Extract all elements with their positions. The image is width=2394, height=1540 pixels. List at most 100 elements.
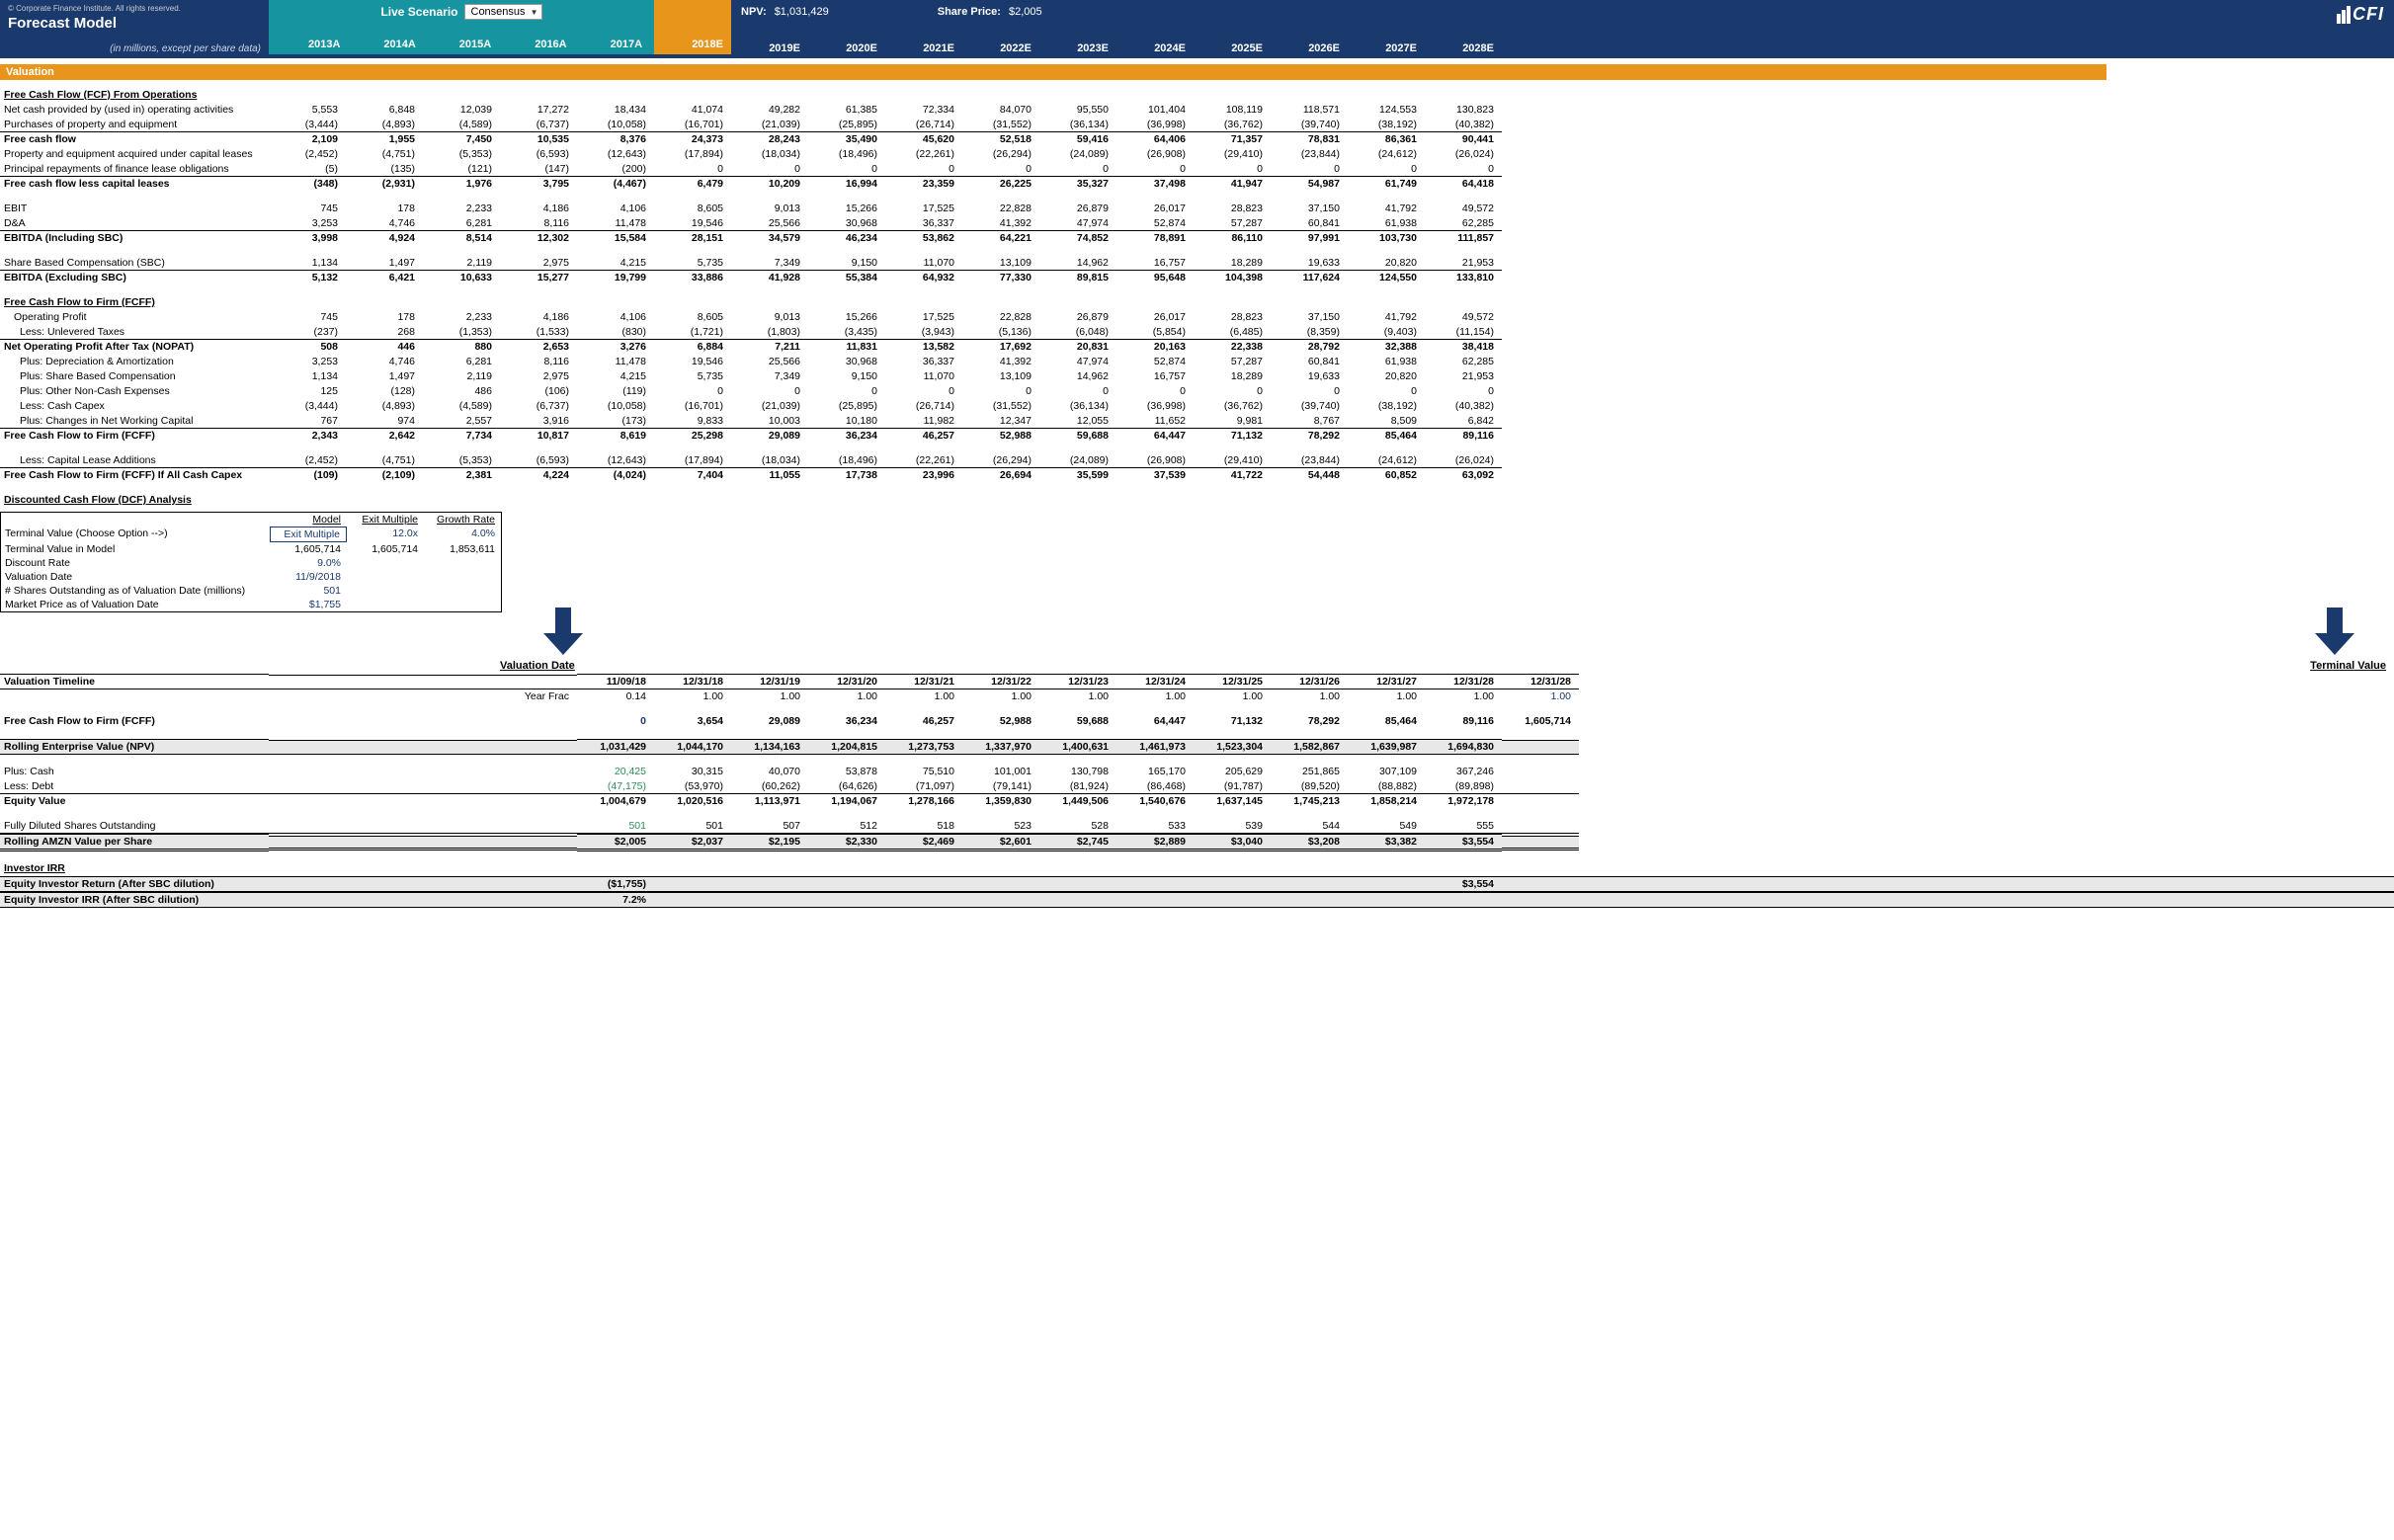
data-cell: (3,435) — [808, 325, 885, 340]
data-cell: 52,988 — [962, 429, 1039, 444]
data-cell: 1,031,429 — [577, 739, 654, 755]
data-cell: 512 — [808, 819, 885, 834]
data-cell: (18,034) — [731, 147, 808, 162]
data-cell: $3,382 — [1348, 834, 1425, 851]
year-col: 2024E — [1116, 42, 1194, 54]
data-cell: 14,962 — [1039, 369, 1116, 384]
data-cell: 0 — [1039, 384, 1116, 399]
data-cell: 15,266 — [808, 202, 885, 216]
data-cell: 57,287 — [1194, 216, 1271, 231]
data-cell — [808, 877, 885, 891]
data-cell: 10,817 — [500, 429, 577, 444]
data-cell: (16,701) — [654, 399, 731, 414]
data-cell: (39,740) — [1271, 399, 1348, 414]
data-cell: 18,289 — [1194, 369, 1271, 384]
npv-value: $1,031,429 — [775, 6, 829, 18]
scenario-dropdown[interactable]: Consensus — [464, 4, 542, 20]
terminal-value-option-select[interactable]: Exit Multiple — [270, 527, 347, 542]
data-cell: 6,884 — [654, 340, 731, 355]
timeline-date: 12/31/24 — [1116, 674, 1194, 689]
data-cell: (26,024) — [1425, 147, 1502, 162]
data-cell: (1,533) — [500, 325, 577, 340]
data-cell: $2,005 — [577, 834, 654, 851]
data-cell: 22,828 — [962, 202, 1039, 216]
data-cell: 97,991 — [1271, 231, 1348, 246]
data-cell: 12,347 — [962, 414, 1039, 429]
data-cell: 10,535 — [500, 132, 577, 147]
data-cell: 125 — [269, 384, 346, 399]
data-cell: 11,652 — [1116, 414, 1194, 429]
fcf-ops-heading: Free Cash Flow (FCF) From Operations — [0, 88, 269, 103]
data-cell: 0 — [885, 162, 962, 177]
data-cell — [1271, 893, 1348, 907]
data-cell: 24,373 — [654, 132, 731, 147]
data-cell: $2,889 — [1116, 834, 1194, 851]
data-cell: 19,799 — [577, 271, 654, 285]
data-cell — [1502, 819, 1579, 834]
data-cell: (36,134) — [1039, 399, 1116, 414]
data-cell: 7,450 — [423, 132, 500, 147]
data-cell: 61,938 — [1348, 216, 1425, 231]
data-cell: 1,278,166 — [885, 794, 962, 809]
data-cell: 26,879 — [1039, 202, 1116, 216]
data-cell: 25,566 — [731, 216, 808, 231]
data-cell: (26,294) — [962, 147, 1039, 162]
data-cell: 21,953 — [1425, 369, 1502, 384]
data-cell: 5,735 — [654, 256, 731, 271]
data-cell: 9,013 — [731, 202, 808, 216]
data-cell: (4,589) — [423, 399, 500, 414]
data-cell: 20,820 — [1348, 369, 1425, 384]
data-cell: 52,874 — [1116, 355, 1194, 369]
cfi-logo: CFI — [2337, 4, 2384, 25]
data-cell: 85,464 — [1348, 429, 1425, 444]
data-cell: (106) — [500, 384, 577, 399]
dcf-cell — [347, 570, 424, 584]
dcf-cell: 1,605,714 — [347, 542, 424, 556]
row-label: Free Cash Flow to Firm (FCFF) If All Cas… — [0, 468, 269, 483]
data-cell: 1,134,163 — [731, 739, 808, 755]
data-cell: 745 — [269, 202, 346, 216]
data-cell: (24,089) — [1039, 453, 1116, 468]
row-label: Net Operating Profit After Tax (NOPAT) — [0, 340, 269, 355]
model-subtitle: (in millions, except per share data) — [110, 43, 261, 54]
data-cell: 41,947 — [1194, 177, 1271, 192]
row-label: Less: Unlevered Taxes — [0, 325, 269, 340]
data-cell — [962, 877, 1039, 891]
timeline-date: 12/31/28 — [1502, 674, 1579, 689]
data-cell: 95,550 — [1039, 103, 1116, 118]
data-cell: 0 — [885, 384, 962, 399]
data-cell: (135) — [346, 162, 423, 177]
data-cell: 1,194,067 — [808, 794, 885, 809]
data-cell: 28,823 — [1194, 310, 1271, 325]
data-cell: 0 — [962, 162, 1039, 177]
year-col: 2025E — [1194, 42, 1271, 54]
data-cell: 23,996 — [885, 468, 962, 483]
data-cell: 28,792 — [1271, 340, 1348, 355]
data-cell: 0 — [1194, 162, 1271, 177]
data-cell: 62,285 — [1425, 355, 1502, 369]
data-cell: $3,554 — [1425, 834, 1502, 851]
data-cell: 22,828 — [962, 310, 1039, 325]
data-cell: 71,132 — [1194, 429, 1271, 444]
data-cell: (5,353) — [423, 453, 500, 468]
data-cell: 0 — [1271, 162, 1348, 177]
data-cell — [1502, 877, 1579, 891]
data-cell: (39,740) — [1271, 118, 1348, 132]
data-cell — [731, 893, 808, 907]
data-cell: 19,546 — [654, 355, 731, 369]
data-cell: 12,302 — [500, 231, 577, 246]
data-cell: 17,525 — [885, 310, 962, 325]
year-frac-value: 1.00 — [962, 689, 1039, 704]
row-label: Principal repayments of finance lease ob… — [0, 162, 269, 177]
data-cell: (18,496) — [808, 147, 885, 162]
data-cell: 0 — [577, 714, 654, 729]
data-cell — [1502, 765, 1579, 779]
data-cell: 1,004,679 — [577, 794, 654, 809]
data-cell — [885, 877, 962, 891]
data-cell: 28,243 — [731, 132, 808, 147]
data-cell: 8,605 — [654, 202, 731, 216]
data-cell: (53,970) — [654, 779, 731, 794]
data-cell: 0 — [1116, 162, 1194, 177]
data-cell: 49,572 — [1425, 202, 1502, 216]
data-cell: 2,975 — [500, 369, 577, 384]
